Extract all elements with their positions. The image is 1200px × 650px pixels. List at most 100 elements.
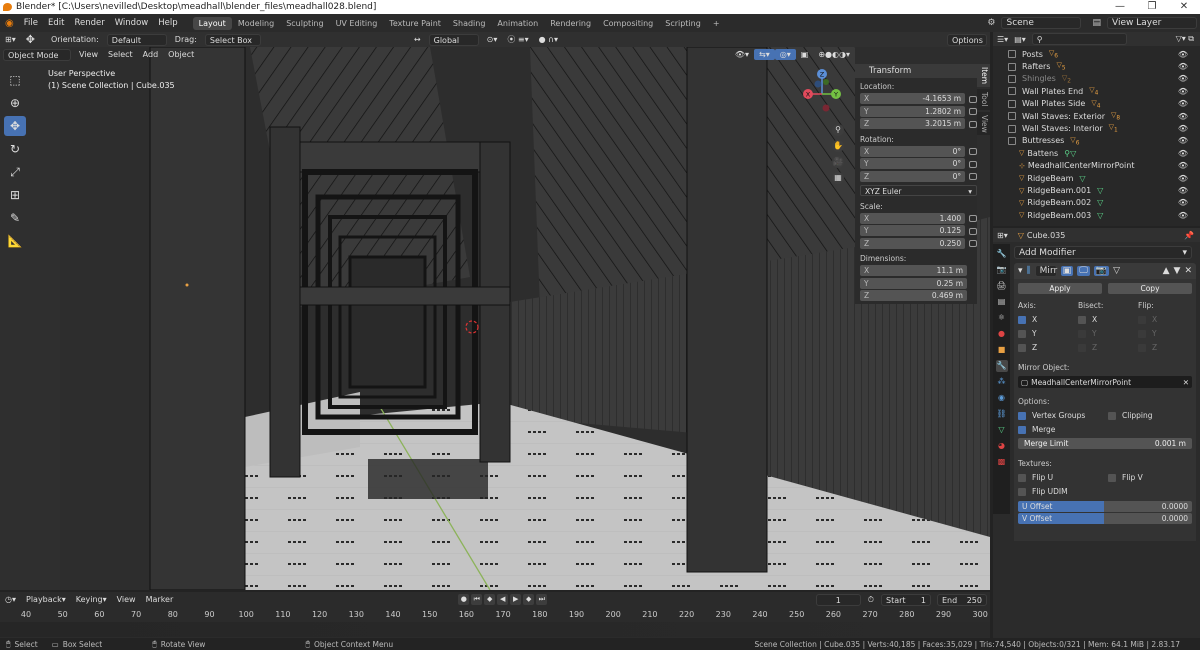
visibility-icon[interactable]: 👁▾ [730,49,754,60]
eye-icon[interactable]: 👁 [1178,211,1188,220]
snap-icon[interactable]: ⦿ ≡▾ [502,33,533,46]
menu-help[interactable]: Help [153,18,182,28]
jump-start-icon[interactable]: ⏮ [471,594,483,605]
outliner-row[interactable]: ▽ RidgeBeam.002 ▽ 👁 [993,197,1200,209]
outliner-row[interactable]: Wall Staves: Exterior ▽8 👁 [993,110,1200,122]
render-tab-icon[interactable]: 📷 [996,264,1008,276]
lock-icon[interactable] [969,120,977,128]
transform-tool-icon[interactable]: ⊞ [4,185,26,205]
lock-icon[interactable] [969,160,977,168]
zoom-icon[interactable]: ⚲ [832,124,844,136]
outliner-row[interactable]: Wall Staves: Interior ▽1 👁 [993,122,1200,134]
add-modifier-dropdown[interactable]: Add Modifier ▾ [1014,246,1192,259]
add-workspace-button[interactable]: + [707,17,726,30]
viewport-menu-view[interactable]: View [74,49,103,60]
outliner-row[interactable]: ▽ RidgeBeam.001 ▽ 👁 [993,184,1200,196]
dimensions-x-field[interactable]: X 11.1 m [860,265,967,277]
scene-tab-icon[interactable]: ⚛ [996,312,1008,324]
apply-button[interactable]: Apply [1018,283,1102,294]
rotate-tool-icon[interactable]: ↻ [4,139,26,159]
minimize-button[interactable]: — [1104,0,1136,14]
display-mode-icon[interactable]: ▤▾ [1014,35,1026,44]
pivot-icon[interactable]: ⊙▾ [482,34,503,45]
lock-icon[interactable] [969,240,977,248]
outliner-row[interactable]: ⊹ MeadhallCenterMirrorPoint 👁 [993,160,1200,172]
move-down-icon[interactable]: ▼ [1174,266,1181,276]
outliner-row[interactable]: ▽ Battens ⚲▽ 👁 [993,147,1200,159]
play-icon[interactable]: ▶ [510,594,522,605]
mirror-object-field[interactable]: ▢ MeadhallCenterMirrorPoint ✕ [1018,376,1192,388]
outliner-search-input[interactable]: ⚲ [1031,33,1127,45]
close-window-button[interactable]: ✕ [1168,0,1200,14]
view-layer-selector[interactable]: View Layer [1107,17,1197,29]
scale-x-field[interactable]: X 1.400 [860,212,966,224]
current-frame-field[interactable]: 1 [815,593,861,606]
eye-icon[interactable]: 👁 [1178,124,1188,133]
world-tab-icon[interactable]: ● [996,328,1008,340]
object-tab-icon[interactable]: ■ [996,344,1008,356]
render-toggle-icon[interactable]: 📷 [1093,266,1110,276]
rotation-y-field[interactable]: Y 0° [860,158,966,170]
workspace-tab-uv-editing[interactable]: UV Editing [330,17,384,30]
modifier-name-field[interactable]: Mirr [1034,265,1057,277]
workspace-tab-animation[interactable]: Animation [491,17,544,30]
rotation-mode-dropdown[interactable]: XYZ Euler ▾ [860,185,977,197]
orientation-dropdown[interactable]: Default [106,33,167,46]
maximize-button[interactable]: ❐ [1136,0,1168,14]
navigation-gizmo[interactable]: Z Y X [802,68,850,126]
timeline-track[interactable] [0,622,990,637]
menu-window[interactable]: Window [110,18,154,28]
texture-tab-icon[interactable]: ▩ [996,456,1008,468]
lock-icon[interactable] [969,227,977,235]
marker-menu[interactable]: Marker [141,594,179,605]
include-checkbox[interactable] [1008,62,1016,71]
viewport-menu-add[interactable]: Add [138,49,164,60]
flip-udim-checkbox[interactable]: Flip UDIM [1018,487,1192,496]
measure-tool-icon[interactable]: 📐 [4,231,26,251]
bisect-y-checkbox[interactable]: Y [1078,329,1138,338]
particles-tab-icon[interactable]: ⁂ [996,376,1008,388]
properties-editor-icon[interactable]: ⊞▾ [997,231,1008,240]
eye-icon[interactable]: 👁 [1178,136,1188,145]
gizmo-toggle-icon[interactable]: ⇆▾ [754,49,775,60]
move-tool-button-icon[interactable]: ✥ [4,116,26,136]
bisect-x-checkbox[interactable]: X [1078,315,1138,324]
lock-icon[interactable] [969,173,977,181]
remove-modifier-icon[interactable]: ✕ [1184,266,1192,276]
outliner-editor-icon[interactable]: ☰▾ [997,35,1008,44]
location-z-field[interactable]: Z 3.2015 m [860,118,966,130]
select-box-tool-icon[interactable]: ⬚ [4,70,26,90]
move-tool-icon[interactable]: ✥ [21,32,40,47]
vertex-groups-checkbox[interactable]: Vertex Groups [1018,411,1108,420]
menu-file[interactable]: File [19,18,43,28]
cursor-tool-icon[interactable]: ⊕ [4,93,26,113]
location-x-field[interactable]: X -4.1653 m [860,93,966,105]
rotation-x-field[interactable]: X 0° [860,145,966,157]
lock-icon[interactable] [969,108,977,116]
timeline-editor-icon[interactable]: ◷▾ [0,594,21,605]
drag-dropdown[interactable]: Select Box [204,33,261,46]
u-offset-field[interactable]: U Offset 0.0000 [1018,501,1192,512]
mode-dropdown[interactable]: Object Mode [3,48,71,61]
eye-icon[interactable]: 👁 [1178,50,1188,59]
menu-edit[interactable]: Edit [43,18,69,28]
flip-y-checkbox[interactable]: Y [1138,329,1157,338]
output-tab-icon[interactable]: 🖨 [996,280,1008,292]
eye-icon[interactable]: 👁 [1178,174,1188,183]
move-up-icon[interactable]: ▲ [1163,266,1170,276]
flip-v-checkbox[interactable]: Flip V [1108,473,1143,482]
tab-item[interactable]: Item [977,64,990,88]
include-checkbox[interactable] [1008,50,1016,59]
shading-mode-icons[interactable]: ⊕●◐◑▾ [813,49,855,60]
include-checkbox[interactable] [1008,124,1016,133]
pan-hand-icon[interactable]: ✋ [832,140,844,152]
eye-icon[interactable]: 👁 [1178,149,1188,158]
copy-button[interactable]: Copy [1108,283,1192,294]
keying-menu[interactable]: Keying▾ [71,594,112,605]
record-icon[interactable]: ● [458,594,470,605]
eye-icon[interactable]: 👁 [1178,87,1188,96]
dimensions-y-field[interactable]: Y 0.25 m [860,277,967,289]
eye-icon[interactable]: 👁 [1178,198,1188,207]
lock-icon[interactable] [969,215,977,223]
include-checkbox[interactable] [1008,136,1016,145]
